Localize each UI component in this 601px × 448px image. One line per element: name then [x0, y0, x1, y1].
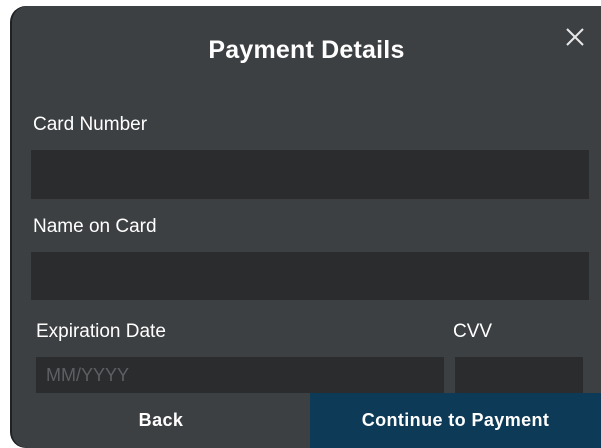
- payment-details-dialog: Payment Details Card Number Name on Card…: [12, 6, 601, 448]
- close-icon[interactable]: [564, 26, 586, 48]
- cvv-label: CVV: [453, 321, 493, 342]
- dialog-footer: Back Continue to Payment: [12, 393, 601, 448]
- name-on-card-input[interactable]: [31, 252, 589, 300]
- dialog-title: Payment Details: [208, 36, 405, 64]
- back-button[interactable]: Back: [12, 393, 310, 448]
- card-number-label: Card Number: [33, 114, 148, 135]
- name-on-card-label: Name on Card: [33, 216, 157, 237]
- expiration-date-input[interactable]: [36, 357, 444, 393]
- expiration-date-label: Expiration Date: [36, 321, 166, 342]
- card-number-input[interactable]: [31, 150, 589, 199]
- continue-to-payment-button[interactable]: Continue to Payment: [310, 393, 601, 448]
- cvv-input[interactable]: [455, 357, 583, 393]
